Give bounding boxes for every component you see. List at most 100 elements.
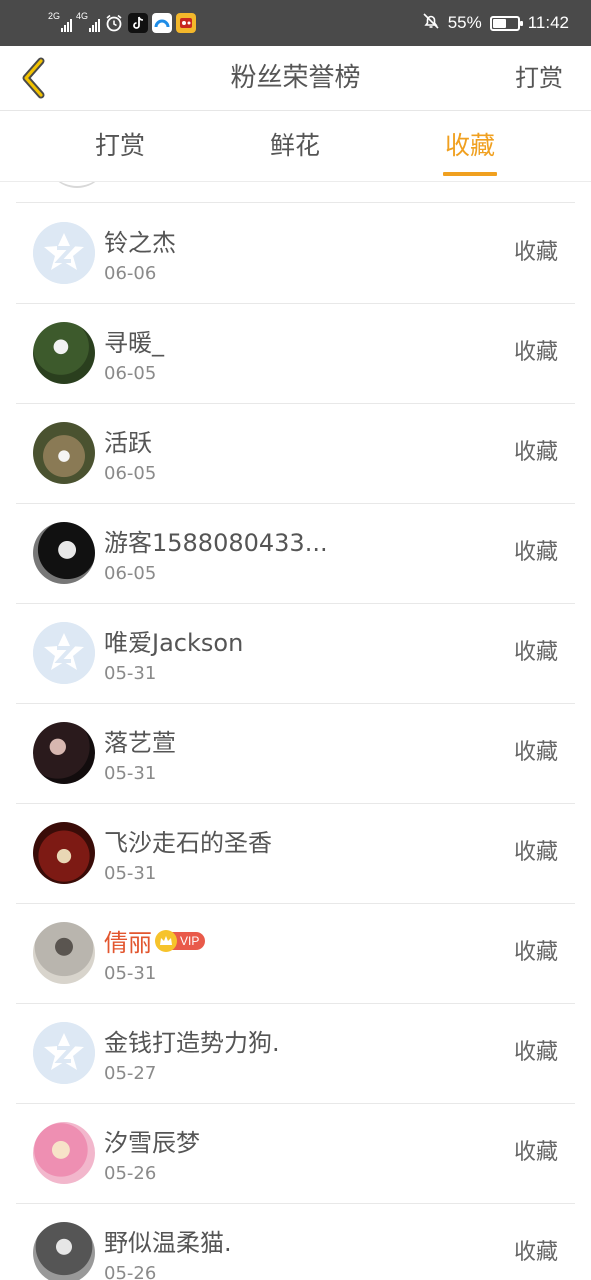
user-name[interactable]: 唯爱Jackson (104, 623, 243, 658)
list-item[interactable]: 寻暖_ 06-05 收藏 (16, 303, 575, 404)
user-name-text: 游客1588080433... (104, 529, 328, 557)
list-item-partial (16, 182, 575, 203)
sim2-network-type: 4G (76, 11, 89, 21)
avatar[interactable] (33, 722, 95, 784)
user-name-text: 金钱打造势力狗. (104, 1029, 280, 1057)
sim2-signal-icon: 4G (76, 12, 100, 34)
status-bar: 2G 4G 55% 11:42 (0, 0, 591, 46)
user-name-text: 唯爱Jackson (104, 629, 244, 657)
page-title: 粉丝荣誉榜 (230, 63, 361, 93)
tab-bar: 打赏 鲜花 收藏 (0, 111, 591, 182)
list-item[interactable]: 游客1588080433... 06-05 收藏 (16, 503, 575, 604)
default-avatar-icon[interactable] (33, 222, 95, 284)
avatar[interactable] (33, 522, 95, 584)
action-type-label: 收藏 (513, 1140, 558, 1165)
list-item[interactable]: 倩丽 VIP 05-31 收藏 (16, 903, 575, 1004)
avatar[interactable] (33, 1222, 95, 1280)
list-item[interactable]: 飞沙走石的圣香 05-31 收藏 (16, 803, 575, 904)
favorite-date: 05-31 (104, 863, 157, 884)
action-type-label: 收藏 (513, 240, 558, 265)
action-type-label: 收藏 (513, 1240, 558, 1265)
user-name-text: 汐雪辰梦 (104, 1129, 200, 1157)
tiktok-icon (128, 13, 148, 33)
user-name-text: 活跃 (104, 429, 152, 457)
user-name[interactable]: 汐雪辰梦 (104, 1123, 200, 1158)
list-item[interactable]: 落艺萱 05-31 收藏 (16, 703, 575, 804)
action-type-label: 收藏 (513, 640, 558, 665)
alarm-icon (104, 13, 124, 33)
tab-label: 收藏 (444, 131, 495, 160)
user-name[interactable]: 铃之杰 (104, 223, 176, 258)
action-type-label: 收藏 (513, 340, 558, 365)
avatar[interactable] (33, 322, 95, 384)
back-button[interactable] (10, 54, 58, 102)
list-item[interactable]: 铃之杰 06-06 收藏 (16, 203, 575, 304)
avatar (46, 182, 108, 188)
fan-list[interactable]: 铃之杰 06-06 收藏 寻暖_ 06-05 收藏 活跃 06-05 收藏 游客158808043… (0, 182, 591, 1280)
favorite-date: 05-26 (104, 1263, 157, 1280)
favorite-date: 05-31 (104, 663, 157, 684)
list-item[interactable]: 野似温柔猫. 05-26 收藏 (16, 1203, 575, 1280)
action-type-label: 收藏 (513, 440, 558, 465)
user-name[interactable]: 飞沙走石的圣香 (104, 823, 272, 858)
avatar[interactable] (33, 922, 95, 984)
sim1-signal-icon: 2G (48, 12, 72, 34)
clock: 11:42 (527, 13, 569, 32)
favorite-date: 05-26 (104, 1163, 157, 1184)
user-name[interactable]: 倩丽 VIP (104, 923, 206, 958)
list-item[interactable]: 汐雪辰梦 05-26 收藏 (16, 1103, 575, 1204)
active-tab-indicator (443, 172, 497, 176)
list-item[interactable]: 活跃 06-05 收藏 (16, 403, 575, 504)
favorite-date: 05-27 (104, 1063, 157, 1084)
default-avatar-icon[interactable] (33, 622, 95, 684)
list-item[interactable]: 唯爱Jackson 05-31 收藏 (16, 603, 575, 704)
header-tip-button[interactable]: 打赏 (515, 46, 563, 110)
avatar[interactable] (33, 1122, 95, 1184)
favorite-date: 06-05 (104, 363, 157, 384)
user-name[interactable]: 落艺萱 (104, 723, 176, 758)
favorite-date: 05-31 (104, 963, 157, 984)
tab-label: 打赏 (94, 131, 145, 160)
user-name[interactable]: 游客1588080433... (104, 523, 328, 558)
user-name[interactable]: 野似温柔猫. (104, 1223, 232, 1258)
app-header: 粉丝荣誉榜 打赏 (0, 46, 591, 111)
chevron-left-icon (22, 57, 45, 99)
game-icon (176, 13, 196, 33)
user-name[interactable]: 金钱打造势力狗. (104, 1023, 280, 1058)
avatar[interactable] (33, 422, 95, 484)
tab-tip[interactable]: 打赏 (60, 111, 180, 181)
avatar[interactable] (33, 822, 95, 884)
action-type-label: 收藏 (513, 840, 558, 865)
tab-flowers[interactable]: 鲜花 (235, 111, 355, 181)
action-type-label: 收藏 (513, 540, 558, 565)
mute-bell-icon (422, 12, 440, 35)
status-icons-right: 55% 11:42 (422, 0, 569, 46)
user-name-text: 铃之杰 (104, 229, 176, 257)
user-name-text: 倩丽 (104, 929, 152, 957)
user-name[interactable]: 寻暖_ (104, 323, 164, 358)
favorite-date: 06-06 (104, 263, 157, 284)
default-avatar-icon[interactable] (33, 1022, 95, 1084)
list-item[interactable]: 金钱打造势力狗. 05-27 收藏 (16, 1003, 575, 1104)
action-type-label: 收藏 (513, 940, 558, 965)
user-name-text: 寻暖_ (104, 329, 164, 357)
battery-icon (489, 15, 523, 31)
user-name-text: 野似温柔猫. (104, 1229, 232, 1257)
vip-badge: VIP (155, 929, 206, 952)
tab-favorites[interactable]: 收藏 (410, 111, 530, 181)
action-type-label: 收藏 (513, 1040, 558, 1065)
browser-icon (152, 13, 172, 33)
user-name[interactable]: 活跃 (104, 423, 152, 458)
favorite-date: 06-05 (104, 563, 157, 584)
action-type-label: 收藏 (513, 740, 558, 765)
user-name-text: 飞沙走石的圣香 (104, 829, 272, 857)
user-name-text: 落艺萱 (104, 729, 176, 757)
vip-label: VIP (172, 931, 206, 950)
sim1-network-type: 2G (48, 11, 61, 21)
tab-label: 鲜花 (269, 131, 320, 160)
favorite-date: 06-05 (104, 463, 157, 484)
status-icons-left: 2G 4G (48, 10, 196, 36)
battery-percent: 55% (447, 13, 482, 32)
favorite-date: 05-31 (104, 763, 157, 784)
crown-icon (155, 929, 177, 952)
